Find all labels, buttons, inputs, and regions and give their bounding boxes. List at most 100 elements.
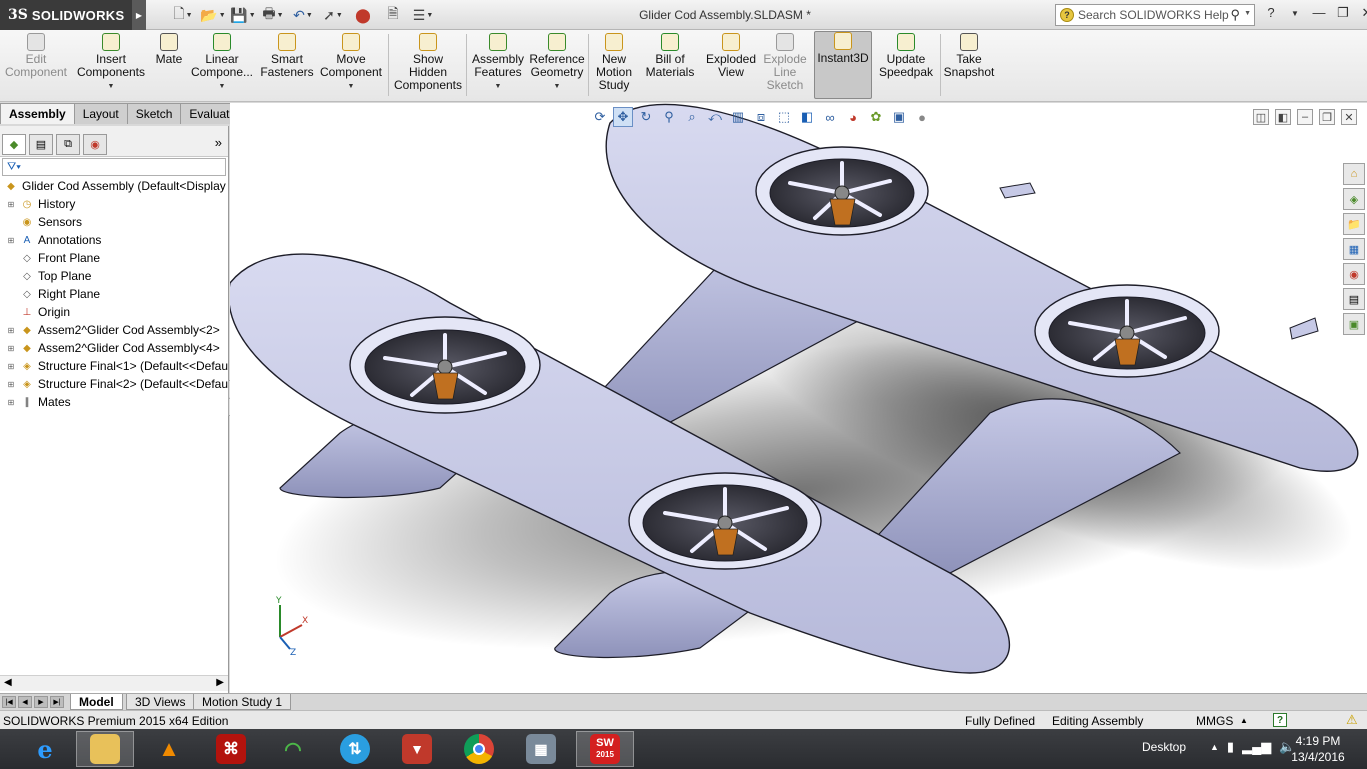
quick-tips-icon[interactable]: ? [1273, 713, 1287, 727]
solidworks-logo[interactable]: 3S SOLIDWORKS [0, 0, 132, 30]
zoom-to-fit-icon[interactable]: ⚲ [659, 107, 679, 127]
next-tab-icon[interactable]: ▶ [34, 696, 48, 708]
new-motion-study-button[interactable]: New Motion Study [592, 33, 636, 101]
tree-expand-icon[interactable]: ⊞ [6, 326, 16, 335]
view-palette-icon[interactable]: ▦ [1343, 238, 1365, 260]
insert-components-button[interactable]: Insert Components ▼ [74, 33, 148, 101]
save-button[interactable]: 💾 ▼ [230, 5, 256, 25]
new-document-button[interactable]: 🗋 ▼ [170, 5, 196, 25]
instant3d-button[interactable]: Instant3D [814, 31, 872, 99]
assembly-features-dropdown-icon[interactable]: ▼ [495, 80, 502, 93]
view-settings-icon[interactable]: ▣ [889, 107, 909, 127]
taskbar-chrome[interactable] [450, 731, 508, 767]
exploded-view-button[interactable]: Exploded View [702, 33, 760, 101]
tree-horizontal-scrollbar[interactable]: ◀ ▶ [0, 675, 228, 691]
show-hidden-button[interactable]: Show Hidden Components [392, 33, 464, 101]
edit-appearance-icon[interactable]: ◕ [843, 107, 863, 127]
file-explorer-pane-icon[interactable]: 📁 [1343, 213, 1365, 235]
tree-item[interactable]: ◉ Sensors [0, 213, 228, 231]
take-snapshot-button[interactable]: Take Snapshot [940, 33, 998, 101]
pan-icon[interactable]: ✥ [613, 107, 633, 127]
undo-button[interactable]: ↶ ▼ [290, 5, 316, 25]
propertymanager-tab[interactable]: ▤ [29, 134, 53, 155]
taskbar-sync[interactable]: ⇅ [326, 731, 384, 767]
previous-view-icon[interactable]: ⤺ [705, 107, 725, 127]
tree-item[interactable]: ⊥ Origin [0, 303, 228, 321]
explode-line-sketch-button[interactable]: Explode Line Sketch [762, 33, 808, 101]
units-dropdown-icon[interactable]: ▲ [1240, 716, 1248, 725]
battery-icon[interactable]: ▮ [1227, 739, 1234, 755]
smart-fasteners-button[interactable]: Smart Fasteners [258, 33, 316, 101]
expand-panel-icon[interactable]: » [215, 135, 222, 150]
first-tab-icon[interactable]: |◀ [2, 696, 16, 708]
tree-expand-icon[interactable]: ⊞ [6, 380, 16, 389]
network-tray-icon[interactable]: ▂▄▆ [1242, 739, 1271, 755]
rotate-view-icon[interactable]: ⟳ [590, 107, 610, 127]
taskbar-solidworks[interactable]: SW 2015 [576, 731, 634, 767]
file-properties-button[interactable]: 🗎 [380, 5, 406, 25]
apply-scene-icon[interactable]: ✿ [866, 107, 886, 127]
viewport-minimize-icon[interactable]: – [1297, 109, 1313, 125]
tree-item[interactable]: ⊞ ◆ Assem2^Glider Cod Assembly<2> [0, 321, 228, 339]
tab-model[interactable]: Model [70, 694, 123, 710]
restore-icon[interactable]: ❐ [1334, 5, 1352, 23]
edit-component-button[interactable]: Edit Component [4, 33, 68, 101]
tree-item[interactable]: ◇ Top Plane [0, 267, 228, 285]
system-clock[interactable]: 4:19 PM 13/4/2016 [1288, 733, 1348, 765]
help-dropdown-icon[interactable]: ▼ [1286, 5, 1304, 23]
taskbar-file-explorer[interactable] [76, 731, 134, 767]
tree-item[interactable]: ⊞ ◆ Assem2^Glider Cod Assembly<4> [0, 339, 228, 357]
close-icon[interactable]: ✕ [1358, 5, 1367, 23]
help-menu-icon[interactable]: ? [1262, 5, 1280, 23]
dynamic-annotation-icon[interactable]: ⧈ [751, 107, 771, 127]
move-component-button[interactable]: Move Component ▼ [318, 33, 384, 101]
minimize-icon[interactable]: — [1310, 5, 1328, 23]
view-orientation-icon[interactable]: ⬚ [774, 107, 794, 127]
tree-expand-icon[interactable]: ⊞ [6, 200, 16, 209]
tree-item[interactable]: ⊞ A Annotations [0, 231, 228, 249]
tray-expand-icon[interactable]: ▲ [1210, 739, 1219, 755]
menu-expand-arrow[interactable]: ▶ [132, 0, 146, 30]
split-horizontal-icon[interactable]: ◫ [1253, 109, 1269, 125]
custom-properties-icon[interactable]: ▤ [1343, 288, 1365, 310]
tab-assembly[interactable]: Assembly [0, 103, 75, 124]
viewport-restore-icon[interactable]: ❐ [1319, 109, 1335, 125]
tree-item[interactable]: ⊞ ∥ Mates [0, 393, 228, 411]
select-button[interactable]: ➚ ▼ [320, 5, 346, 25]
tree-item[interactable]: ◆ Glider Cod Assembly (Default<Display [0, 177, 228, 195]
scroll-right-icon[interactable]: ▶ [216, 677, 224, 688]
roll-view-icon[interactable]: ↻ [636, 107, 656, 127]
rebuild-warning-icon[interactable]: ⚠ [1346, 712, 1362, 728]
prev-tab-icon[interactable]: ◀ [18, 696, 32, 708]
move-component-dropdown-icon[interactable]: ▼ [348, 80, 355, 93]
taskbar-vlc[interactable]: ▲ [140, 731, 198, 767]
update-speedpak-button[interactable]: Update Speedpak [878, 33, 934, 101]
section-view-icon[interactable]: ▥ [728, 107, 748, 127]
tree-item[interactable]: ⊞ ◷ History [0, 195, 228, 213]
zoom-area-icon[interactable]: ⌕ [682, 107, 702, 127]
tree-filter[interactable]: ⛛▾ [2, 158, 226, 176]
last-tab-icon[interactable]: ▶| [50, 696, 64, 708]
rebuild-button[interactable]: ⬤ [350, 5, 376, 25]
reference-geometry-button[interactable]: Reference Geometry ▼ [528, 33, 586, 101]
taskbar-calculator[interactable]: ▦ [512, 731, 570, 767]
tree-item[interactable]: ⊞ ◈ Structure Final<1> (Default<<Defau [0, 357, 228, 375]
bill-of-materials-button[interactable]: Bill of Materials [642, 33, 698, 101]
configurationmanager-tab[interactable]: ⧉ [56, 134, 80, 155]
insert-components-dropdown-icon[interactable]: ▼ [108, 80, 115, 93]
tree-item[interactable]: ◇ Front Plane [0, 249, 228, 267]
desktop-toolbar-label[interactable]: Desktop [1142, 740, 1186, 754]
tab-layout[interactable]: Layout [73, 103, 128, 124]
help-search-input[interactable]: ? Search SOLIDWORKS Help ⚲ ▼ [1055, 4, 1255, 26]
split-vertical-icon[interactable]: ◧ [1275, 109, 1291, 125]
display-style-icon[interactable]: ◧ [797, 107, 817, 127]
realview-icon[interactable]: ● [912, 107, 932, 127]
tab-sketch[interactable]: Sketch [126, 103, 182, 124]
print-button[interactable]: 🖶 ▼ [260, 5, 286, 25]
status-units[interactable]: MMGS [1196, 714, 1233, 728]
graphics-area[interactable]: ⟳ ✥ ↻ ⚲ ⌕ ⤺ ▥ ⧈ ⬚ ◧ ∞ ◕ ✿ ▣ ● ◫ ◧ – ❐ ✕ … [230, 103, 1367, 693]
hide-show-items-icon[interactable]: ∞ [820, 107, 840, 127]
mate-button[interactable]: Mate [152, 33, 186, 101]
open-button[interactable]: 📂 ▼ [200, 5, 226, 25]
tab-motion-study[interactable]: Motion Study 1 [193, 694, 292, 710]
